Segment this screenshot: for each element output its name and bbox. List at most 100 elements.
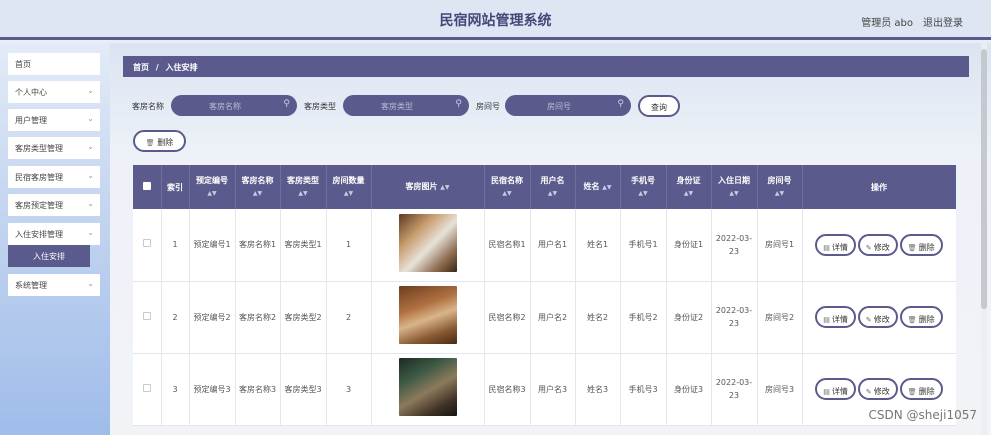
table-header-row: 索引 预定编号 ▲▼ 客房名称 ▲▼ 客房类型 ▲▼ 房间数量 ▲▼ 客房图片 ▲▼ 民… — [133, 165, 956, 209]
chevron-down-icon: ⌄ — [87, 228, 94, 237]
document-icon: ▤ — [823, 243, 830, 252]
cell-checkin-date: 2022-03-23 — [711, 281, 758, 354]
cell-checkin-date: 2022-03-23 — [711, 353, 758, 426]
column-header[interactable]: 手机号 ▲▼ — [620, 165, 667, 209]
sort-icon: ▲▼ — [502, 190, 512, 197]
cell-index: 3 — [161, 353, 190, 426]
cell-username: 用户名2 — [530, 281, 576, 354]
search-button[interactable]: 查询 — [638, 95, 680, 117]
cell-room-no: 房间号2 — [757, 281, 803, 354]
column-header[interactable]: 身份证 ▲▼ — [666, 165, 712, 209]
trash-icon: 🗑 — [907, 388, 917, 396]
room-no-input[interactable]: 房间号 ⚲ — [505, 95, 631, 116]
cell-booking-no: 预定编号1 — [189, 209, 236, 282]
cell-room-type: 客房类型3 — [280, 353, 327, 426]
edit-button[interactable]: ✎ 修改 — [857, 378, 898, 400]
breadcrumb-separator: / — [155, 63, 159, 72]
top-header: 民宿网站管理系统 管理员 abo 退出登录 — [0, 0, 991, 40]
row-checkbox[interactable] — [142, 239, 151, 248]
cell-bnb-name: 民宿名称1 — [484, 209, 531, 282]
sidebar-item-home[interactable]: 首页 — [8, 53, 100, 75]
delete-button[interactable]: 🗑 删除 — [899, 233, 943, 256]
scrollbar-thumb[interactable] — [981, 49, 987, 309]
sidebar-item-personal-center[interactable]: 个人中心 ⌄ — [8, 81, 100, 103]
cell-phone: 手机号2 — [620, 281, 667, 354]
chevron-down-icon: ⌄ — [87, 114, 94, 123]
breadcrumb: 首页 / 入住安排 — [123, 56, 969, 77]
detail-button[interactable]: ▤ 详情 — [815, 233, 856, 256]
edit-button[interactable]: ✎ 修改 — [857, 306, 898, 328]
room-photo — [398, 358, 457, 416]
cell-index: 1 — [161, 209, 190, 282]
pencil-icon: ✎ — [865, 316, 872, 324]
delete-button[interactable]: 🗑 删除 — [899, 378, 943, 400]
room-type-input[interactable]: 客房类型 ⚲ — [343, 95, 469, 116]
column-header[interactable]: 用户名 ▲▼ — [530, 165, 576, 209]
sidebar-item-bnb-room-management[interactable]: 民宿客房管理 ⌄ — [8, 166, 100, 188]
column-header[interactable]: 预定编号 ▲▼ — [189, 165, 236, 209]
cell-name: 姓名3 — [575, 353, 621, 426]
room-name-input[interactable]: 客房名称 ⚲ — [171, 95, 297, 116]
sidebar: 首页 个人中心 ⌄ 用户管理 ⌄ 客房类型管理 ⌄ 民宿客房管理 ⌄ 客房预定管理 ⌄ 入… — [0, 43, 110, 435]
pencil-icon: ✎ — [865, 388, 872, 396]
column-header[interactable]: 索引 — [161, 165, 190, 209]
cell-booking-no: 预定编号3 — [189, 353, 236, 426]
sidebar-item-system-management[interactable]: 系统管理 ⌄ — [8, 274, 100, 296]
cell-room-count: 1 — [326, 209, 372, 282]
cell-phone: 手机号3 — [620, 353, 667, 426]
sidebar-item-checkin-management[interactable]: 入住安排管理 ⌄ — [8, 223, 100, 245]
breadcrumb-home[interactable]: 首页 — [133, 63, 149, 72]
cell-id-card: 身份证2 — [666, 281, 712, 354]
room-photo — [398, 213, 457, 272]
logout-link[interactable]: 退出登录 — [923, 14, 963, 29]
current-user: 管理员 abo — [861, 18, 913, 29]
edit-button[interactable]: ✎ 修改 — [857, 233, 898, 256]
sidebar-item-room-type-management[interactable]: 客房类型管理 ⌄ — [8, 137, 100, 159]
document-icon: ▤ — [823, 316, 830, 324]
search-label-room-type: 客房类型 — [304, 102, 336, 111]
row-checkbox[interactable] — [142, 311, 151, 320]
column-header[interactable]: 入住日期 ▲▼ — [711, 165, 758, 209]
select-all-header — [133, 165, 162, 209]
column-header[interactable]: 客房图片 ▲▼ — [371, 165, 485, 209]
sidebar-item-room-booking-management[interactable]: 客房预定管理 ⌄ — [8, 194, 100, 216]
cell-id-card: 身份证3 — [666, 353, 712, 426]
search-label-room-no: 房间号 — [476, 102, 500, 111]
column-header[interactable]: 房间号 ▲▼ — [757, 165, 803, 209]
column-header[interactable]: 姓名 ▲▼ — [575, 165, 621, 209]
cell-room-type: 客房类型2 — [280, 281, 327, 354]
cell-room-no: 房间号1 — [757, 209, 803, 282]
sort-icon: ▲▼ — [252, 190, 263, 197]
sort-icon: ▲▼ — [638, 190, 648, 197]
cell-index: 2 — [161, 281, 190, 354]
checkin-table: 索引 预定编号 ▲▼ 客房名称 ▲▼ 客房类型 ▲▼ 房间数量 ▲▼ 客房图片 ▲▼ 民… — [133, 165, 956, 435]
cell-username: 用户名3 — [530, 353, 576, 426]
detail-button[interactable]: ▤ 详情 — [815, 306, 856, 328]
column-header[interactable]: 客房名称 ▲▼ — [235, 165, 281, 209]
search-bar: 客房名称 客房名称 ⚲ 客房类型 客房类型 ⚲ 房间号 房间号 ⚲ 查询 — [132, 95, 962, 117]
cell-bnb-name: 民宿名称3 — [484, 353, 531, 426]
chevron-down-icon: ⌄ — [87, 279, 94, 288]
sort-icon: ▲▼ — [547, 190, 558, 197]
breadcrumb-current: 入住安排 — [165, 63, 198, 72]
batch-delete-button[interactable]: 🗑 删除 — [133, 130, 186, 152]
table-row: 3 预定编号3 客房名称3 客房类型3 3 民宿名称3 用户名3 姓名3 手机号… — [133, 353, 956, 426]
cell-room-no: 房间号3 — [757, 353, 803, 426]
main-content: 首页 / 入住安排 客房名称 客房名称 ⚲ 客房类型 客房类型 ⚲ 房间号 房间… — [110, 43, 991, 435]
sort-icon: ▲▼ — [729, 190, 739, 197]
magnifier-icon: ⚲ — [455, 99, 462, 109]
page-scrollbar[interactable] — [981, 43, 987, 435]
select-all-checkbox[interactable] — [142, 181, 151, 190]
sidebar-subitem-checkin-arrangement[interactable]: 入住安排 — [8, 245, 90, 267]
sidebar-item-user-management[interactable]: 用户管理 ⌄ — [8, 109, 100, 131]
cell-room-count: 2 — [326, 281, 372, 354]
detail-button[interactable]: ▤ 详情 — [815, 378, 856, 400]
row-checkbox[interactable] — [142, 383, 151, 392]
column-header[interactable]: 房间数量 ▲▼ — [326, 165, 372, 209]
cell-name: 姓名1 — [575, 209, 621, 282]
column-header[interactable]: 民宿名称 ▲▼ — [484, 165, 531, 209]
delete-button[interactable]: 🗑 删除 — [899, 306, 943, 328]
column-header[interactable]: 客房类型 ▲▼ — [280, 165, 327, 209]
chevron-down-icon: ⌄ — [87, 142, 94, 151]
cell-name: 姓名2 — [575, 281, 621, 354]
